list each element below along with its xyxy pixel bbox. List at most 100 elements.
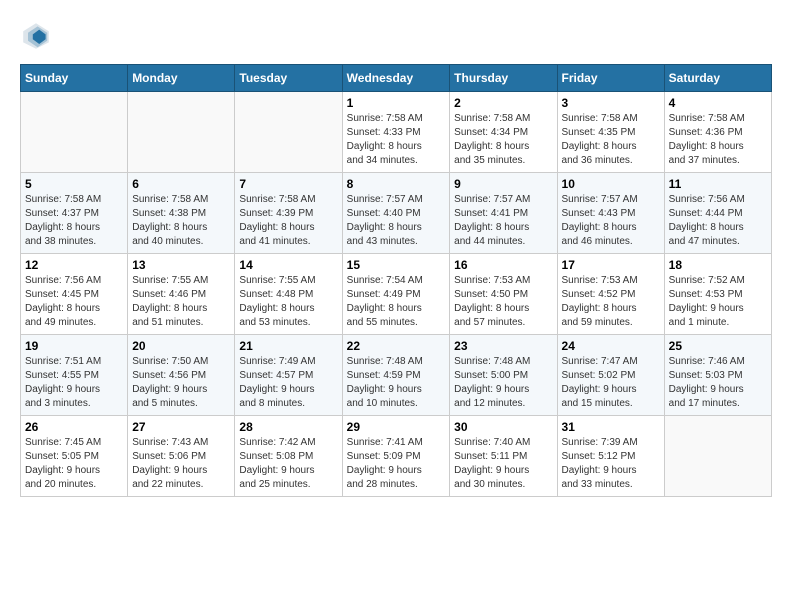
column-header-friday: Friday (557, 65, 664, 92)
calendar-cell: 13 Sunrise: 7:55 AM Sunset: 4:46 PM Dayli… (128, 254, 235, 335)
day-info: Sunrise: 7:48 AM Sunset: 5:00 PM Dayligh… (454, 355, 552, 411)
day-number: 7 (239, 177, 337, 191)
day-info: Sunrise: 7:56 AM Sunset: 4:45 PM Dayligh… (25, 274, 123, 330)
day-info: Sunrise: 7:56 AM Sunset: 4:44 PM Dayligh… (669, 193, 767, 249)
day-info: Sunrise: 7:57 AM Sunset: 4:43 PM Dayligh… (562, 193, 660, 249)
day-number: 17 (562, 258, 660, 272)
calendar-week-row: 19 Sunrise: 7:51 AM Sunset: 4:55 PM Dayli… (21, 335, 772, 416)
day-info: Sunrise: 7:51 AM Sunset: 4:55 PM Dayligh… (25, 355, 123, 411)
column-header-tuesday: Tuesday (235, 65, 342, 92)
day-number: 1 (347, 96, 446, 110)
day-number: 21 (239, 339, 337, 353)
day-number: 23 (454, 339, 552, 353)
day-number: 20 (132, 339, 230, 353)
calendar-cell: 28 Sunrise: 7:42 AM Sunset: 5:08 PM Dayli… (235, 416, 342, 497)
day-info: Sunrise: 7:48 AM Sunset: 4:59 PM Dayligh… (347, 355, 446, 411)
calendar-cell: 22 Sunrise: 7:48 AM Sunset: 4:59 PM Dayli… (342, 335, 450, 416)
day-number: 12 (25, 258, 123, 272)
day-number: 8 (347, 177, 446, 191)
day-info: Sunrise: 7:57 AM Sunset: 4:41 PM Dayligh… (454, 193, 552, 249)
day-number: 22 (347, 339, 446, 353)
day-number: 3 (562, 96, 660, 110)
calendar-cell: 15 Sunrise: 7:54 AM Sunset: 4:49 PM Dayli… (342, 254, 450, 335)
calendar-cell: 12 Sunrise: 7:56 AM Sunset: 4:45 PM Dayli… (21, 254, 128, 335)
calendar-cell (21, 92, 128, 173)
day-number: 2 (454, 96, 552, 110)
calendar-cell: 31 Sunrise: 7:39 AM Sunset: 5:12 PM Dayli… (557, 416, 664, 497)
column-header-wednesday: Wednesday (342, 65, 450, 92)
day-info: Sunrise: 7:45 AM Sunset: 5:05 PM Dayligh… (25, 436, 123, 492)
day-info: Sunrise: 7:54 AM Sunset: 4:49 PM Dayligh… (347, 274, 446, 330)
day-info: Sunrise: 7:58 AM Sunset: 4:34 PM Dayligh… (454, 112, 552, 168)
calendar-cell: 16 Sunrise: 7:53 AM Sunset: 4:50 PM Dayli… (450, 254, 557, 335)
day-info: Sunrise: 7:57 AM Sunset: 4:40 PM Dayligh… (347, 193, 446, 249)
calendar-cell: 27 Sunrise: 7:43 AM Sunset: 5:06 PM Dayli… (128, 416, 235, 497)
day-info: Sunrise: 7:39 AM Sunset: 5:12 PM Dayligh… (562, 436, 660, 492)
day-number: 10 (562, 177, 660, 191)
calendar-cell: 10 Sunrise: 7:57 AM Sunset: 4:43 PM Dayli… (557, 173, 664, 254)
calendar-cell: 5 Sunrise: 7:58 AM Sunset: 4:37 PM Daylig… (21, 173, 128, 254)
day-info: Sunrise: 7:58 AM Sunset: 4:39 PM Dayligh… (239, 193, 337, 249)
day-info: Sunrise: 7:58 AM Sunset: 4:38 PM Dayligh… (132, 193, 230, 249)
day-number: 25 (669, 339, 767, 353)
calendar-cell: 25Sunrise: 7:46 AM Sunset: 5:03 PM Dayli… (664, 335, 771, 416)
day-number: 18 (669, 258, 767, 272)
day-info: Sunrise: 7:47 AM Sunset: 5:02 PM Dayligh… (562, 355, 660, 411)
day-info: Sunrise: 7:43 AM Sunset: 5:06 PM Dayligh… (132, 436, 230, 492)
day-number: 24 (562, 339, 660, 353)
calendar-cell: 3 Sunrise: 7:58 AM Sunset: 4:35 PM Daylig… (557, 92, 664, 173)
day-info: Sunrise: 7:55 AM Sunset: 4:48 PM Dayligh… (239, 274, 337, 330)
calendar-cell: 11 Sunrise: 7:56 AM Sunset: 4:44 PM Dayli… (664, 173, 771, 254)
day-number: 26 (25, 420, 123, 434)
day-info: Sunrise: 7:42 AM Sunset: 5:08 PM Dayligh… (239, 436, 337, 492)
day-number: 19 (25, 339, 123, 353)
calendar-cell: 21 Sunrise: 7:49 AM Sunset: 4:57 PM Dayli… (235, 335, 342, 416)
calendar-cell: 19 Sunrise: 7:51 AM Sunset: 4:55 PM Dayli… (21, 335, 128, 416)
calendar-cell: 30Sunrise: 7:40 AM Sunset: 5:11 PM Dayli… (450, 416, 557, 497)
day-number: 11 (669, 177, 767, 191)
column-header-thursday: Thursday (450, 65, 557, 92)
calendar-cell: 18 Sunrise: 7:52 AM Sunset: 4:53 PM Dayli… (664, 254, 771, 335)
day-number: 15 (347, 258, 446, 272)
day-info: Sunrise: 7:53 AM Sunset: 4:50 PM Dayligh… (454, 274, 552, 330)
column-header-monday: Monday (128, 65, 235, 92)
day-number: 28 (239, 420, 337, 434)
calendar-cell (128, 92, 235, 173)
logo (20, 20, 56, 52)
day-number: 16 (454, 258, 552, 272)
calendar-cell: 20Sunrise: 7:50 AM Sunset: 4:56 PM Dayli… (128, 335, 235, 416)
day-info: Sunrise: 7:52 AM Sunset: 4:53 PM Dayligh… (669, 274, 767, 330)
day-info: Sunrise: 7:53 AM Sunset: 4:52 PM Dayligh… (562, 274, 660, 330)
day-info: Sunrise: 7:49 AM Sunset: 4:57 PM Dayligh… (239, 355, 337, 411)
day-info: Sunrise: 7:55 AM Sunset: 4:46 PM Dayligh… (132, 274, 230, 330)
calendar-week-row: 1Sunrise: 7:58 AM Sunset: 4:33 PM Daylig… (21, 92, 772, 173)
day-number: 31 (562, 420, 660, 434)
day-info: Sunrise: 7:58 AM Sunset: 4:35 PM Dayligh… (562, 112, 660, 168)
calendar-cell: 2 Sunrise: 7:58 AM Sunset: 4:34 PM Daylig… (450, 92, 557, 173)
calendar-cell: 7 Sunrise: 7:58 AM Sunset: 4:39 PM Daylig… (235, 173, 342, 254)
calendar-cell: 14Sunrise: 7:55 AM Sunset: 4:48 PM Dayli… (235, 254, 342, 335)
calendar-cell (235, 92, 342, 173)
calendar-cell: 17 Sunrise: 7:53 AM Sunset: 4:52 PM Dayli… (557, 254, 664, 335)
calendar-week-row: 26 Sunrise: 7:45 AM Sunset: 5:05 PM Dayli… (21, 416, 772, 497)
day-number: 5 (25, 177, 123, 191)
day-number: 13 (132, 258, 230, 272)
day-info: Sunrise: 7:58 AM Sunset: 4:37 PM Dayligh… (25, 193, 123, 249)
day-number: 6 (132, 177, 230, 191)
column-header-saturday: Saturday (664, 65, 771, 92)
calendar-cell: 24 Sunrise: 7:47 AM Sunset: 5:02 PM Dayli… (557, 335, 664, 416)
logo-icon (20, 20, 52, 52)
column-header-sunday: Sunday (21, 65, 128, 92)
calendar-header-row: SundayMondayTuesdayWednesdayThursdayFrid… (21, 65, 772, 92)
day-number: 29 (347, 420, 446, 434)
day-info: Sunrise: 7:41 AM Sunset: 5:09 PM Dayligh… (347, 436, 446, 492)
day-number: 27 (132, 420, 230, 434)
calendar-cell: 26 Sunrise: 7:45 AM Sunset: 5:05 PM Dayli… (21, 416, 128, 497)
calendar-cell: 4Sunrise: 7:58 AM Sunset: 4:36 PM Daylig… (664, 92, 771, 173)
calendar-cell: 8 Sunrise: 7:57 AM Sunset: 4:40 PM Daylig… (342, 173, 450, 254)
calendar-cell (664, 416, 771, 497)
page-header (20, 20, 772, 52)
day-number: 30 (454, 420, 552, 434)
calendar-cell: 29 Sunrise: 7:41 AM Sunset: 5:09 PM Dayli… (342, 416, 450, 497)
calendar-cell: 23 Sunrise: 7:48 AM Sunset: 5:00 PM Dayli… (450, 335, 557, 416)
